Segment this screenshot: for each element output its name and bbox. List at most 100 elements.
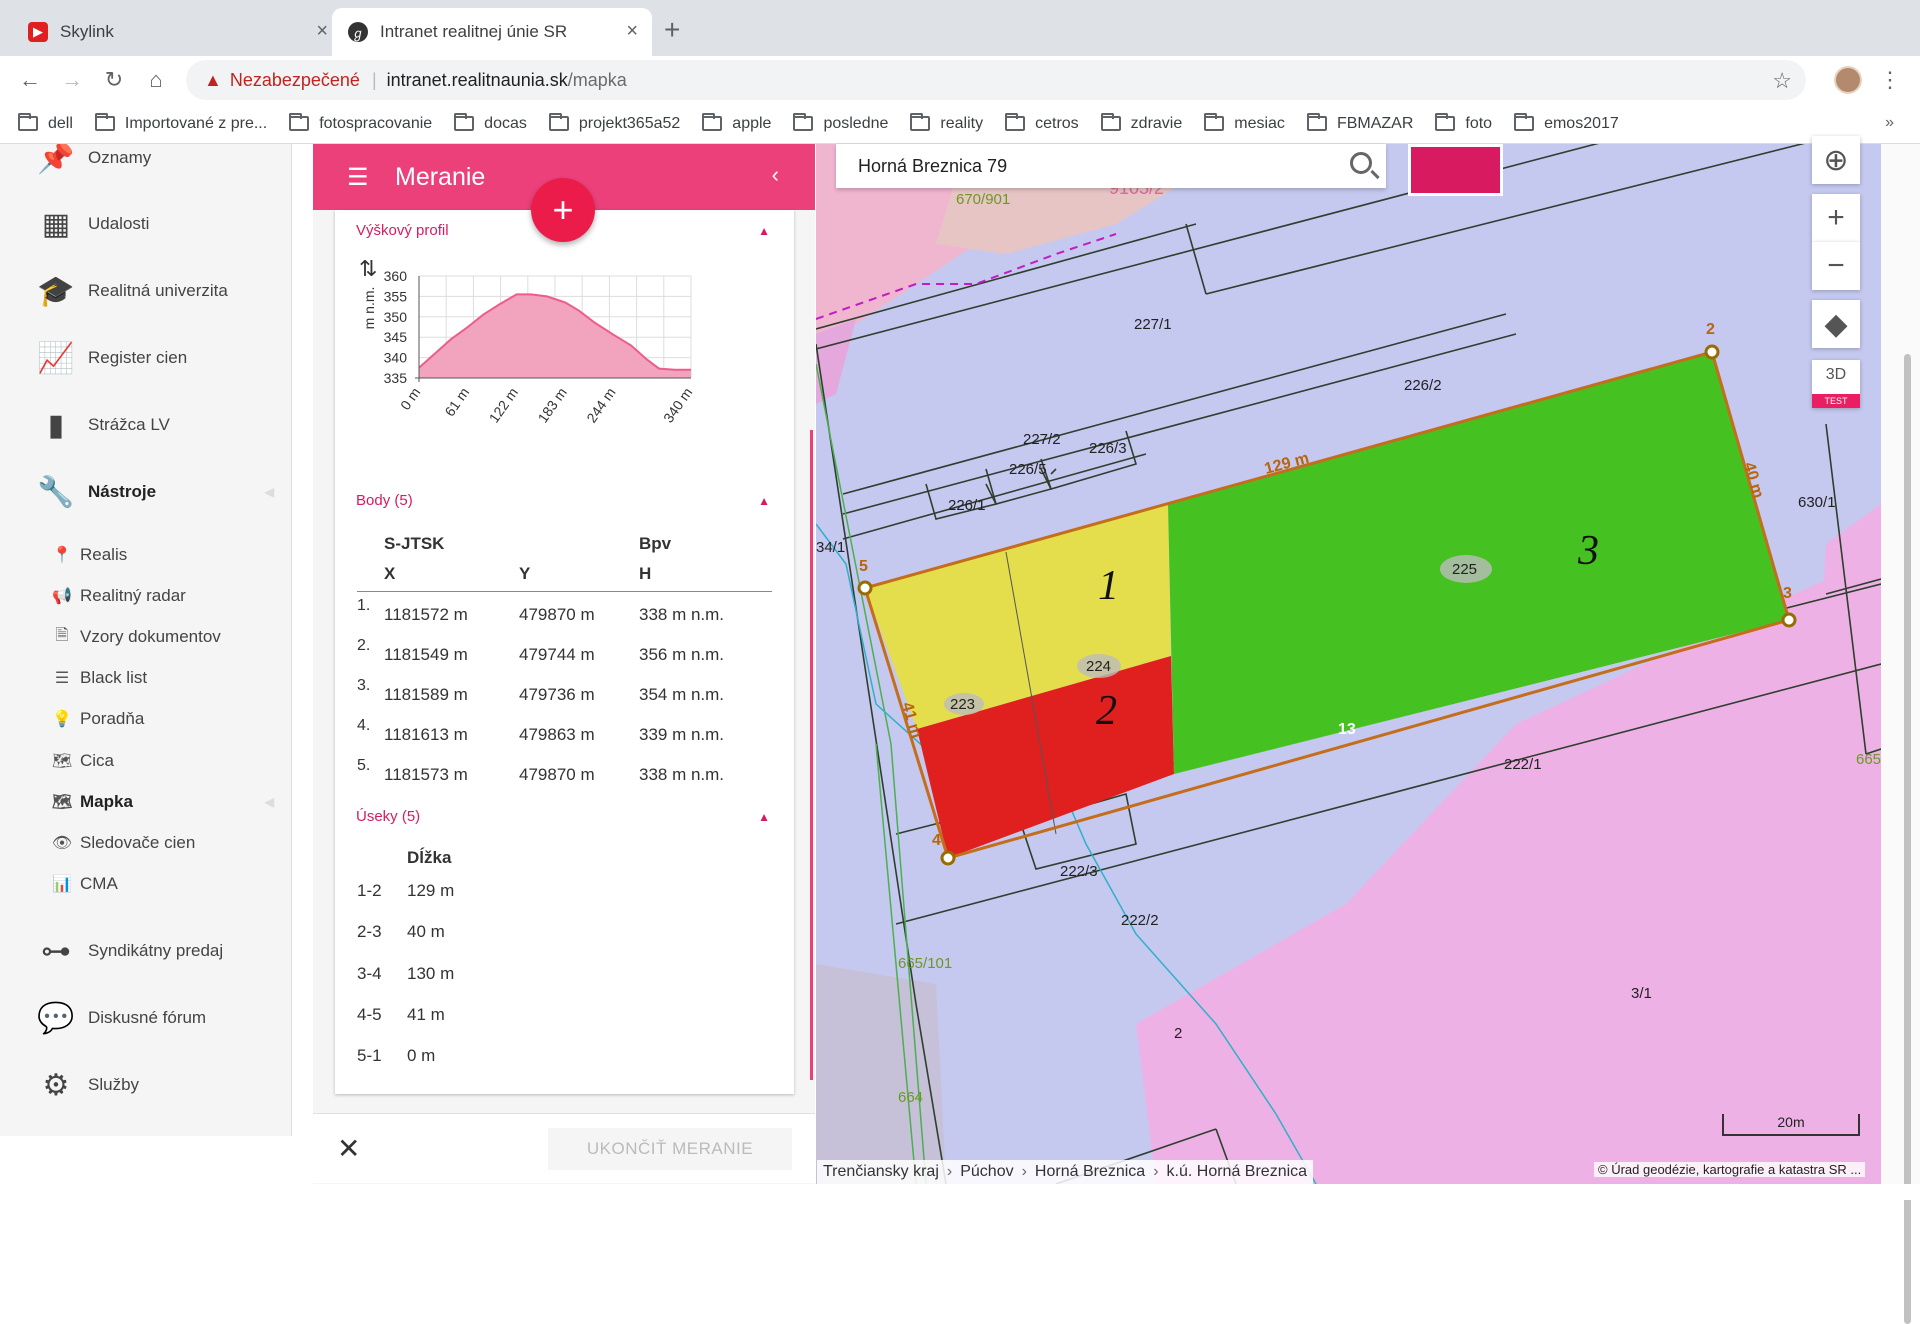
collapse-arrow-icon[interactable]: ▲ <box>758 494 770 508</box>
bookmark-folder[interactable]: cetros <box>1005 113 1079 133</box>
sidebar-item-oznamy[interactable]: 📌 Oznamy <box>0 144 291 186</box>
chart-area <box>419 294 691 378</box>
layers-icon[interactable]: ◆ <box>1812 300 1860 348</box>
bookmark-folder[interactable]: reality <box>910 113 983 133</box>
sidebar-subitem-mapka[interactable]: 🗺 Mapka ◀ <box>0 785 291 819</box>
bookmark-folder[interactable]: projekt365a52 <box>548 113 680 133</box>
address-bar[interactable]: ▲ Nezabezpečené | intranet.realitnaunia.… <box>186 60 1806 100</box>
sidebar-item-register-cien[interactable]: 📈 Register cien <box>0 330 291 386</box>
point-number: 4. <box>357 717 371 734</box>
bookmark-folder[interactable]: docas <box>454 113 527 133</box>
breadcrumb-item[interactable]: k.ú. Horná Breznica <box>1167 1163 1308 1181</box>
segment-length: 130 m <box>407 964 455 983</box>
hamburger-menu-icon[interactable]: ☰ <box>347 163 371 192</box>
bookmark-folder[interactable]: mesiac <box>1204 113 1285 133</box>
sidebar-subitem-black-list[interactable]: ☰ Black list <box>0 661 291 695</box>
vertex-handle[interactable] <box>1704 344 1720 360</box>
sidebar-item-label: Diskusné fórum <box>88 1008 207 1027</box>
chart-y-tick-label: 345 <box>384 329 408 345</box>
sidebar-subitem-radar[interactable]: 📢 Realitný radar <box>0 579 291 613</box>
sidebar-item-syndikatny[interactable]: ⊶ Syndikátny predaj <box>0 923 291 979</box>
reload-icon[interactable]: ↻ <box>98 64 130 96</box>
end-measurement-button[interactable]: UKONČIŤ MERANIE <box>548 1128 792 1170</box>
browser-menu-icon[interactable]: ⋮ <box>1874 64 1906 96</box>
bookmark-label: emos2017 <box>1544 114 1619 132</box>
sidebar-item-udalosti[interactable]: ▦ Udalosti <box>0 196 291 252</box>
breadcrumb-item[interactable]: Púchov <box>960 1163 1013 1181</box>
bookmark-folder[interactable]: dell <box>18 113 73 133</box>
elevation-profile-heading[interactable]: Výškový profil <box>356 222 449 239</box>
points-heading[interactable]: Body (5) <box>356 492 413 509</box>
tab-intranet[interactable]: ℊ Intranet realitnej únie SR × <box>332 8 652 56</box>
bookmark-folder[interactable]: emos2017 <box>1514 113 1619 133</box>
segments-heading[interactable]: Úseky (5) <box>356 808 420 825</box>
point-number: 5. <box>357 757 371 774</box>
sidebar-item-strazca-lv[interactable]: ▮ Strážca LV <box>0 397 291 453</box>
map-canvas[interactable]: 670/901 9105/2 227/1 226/2 227/2 226/3 2… <box>816 144 1881 1184</box>
bookmark-label: Importované z pre... <box>124 114 268 132</box>
new-tab-button[interactable]: + <box>664 14 680 46</box>
vertex-handle[interactable] <box>857 580 873 596</box>
zoom-in-button[interactable]: + <box>1812 194 1860 242</box>
locate-icon[interactable]: ⊕ <box>1812 136 1860 184</box>
collapse-arrow-icon[interactable]: ▲ <box>758 810 770 824</box>
map-view[interactable]: 670/901 9105/2 227/1 226/2 227/2 226/3 2… <box>816 144 1881 1184</box>
point-y: 479863 m <box>519 725 595 744</box>
bookmark-folder[interactable]: posledne <box>793 113 889 133</box>
point-y: 479870 m <box>519 765 595 784</box>
collapse-arrow-icon[interactable]: ▲ <box>758 224 770 238</box>
zone-label: 3 <box>1577 528 1599 574</box>
vertex-label: 2 <box>1706 321 1715 338</box>
sidebar-subitem-cma[interactable]: 📊 CMA <box>0 867 291 901</box>
bookmark-star-icon[interactable]: ☆ <box>1772 68 1792 94</box>
bookmark-folder[interactable]: zdravie <box>1100 113 1182 133</box>
close-tab-icon[interactable]: × <box>626 20 638 43</box>
basemap-thumbnail[interactable] <box>1408 144 1503 196</box>
bookmark-label: foto <box>1465 114 1493 132</box>
close-tab-icon[interactable]: × <box>316 20 328 43</box>
point-h: 354 m n.m. <box>639 685 725 704</box>
scrollbar-thumb[interactable] <box>1904 354 1911 1324</box>
point-x: 1181549 m <box>384 645 468 664</box>
bookmark-folder[interactable]: foto <box>1435 113 1493 133</box>
3d-toggle-button[interactable]: 3D TEST <box>1812 360 1860 408</box>
bookmark-folder[interactable]: fotospracovanie <box>289 113 432 133</box>
parcel-label: 227/2 <box>1023 431 1061 448</box>
bookmarks-overflow-button[interactable]: » <box>1885 114 1894 132</box>
home-icon[interactable]: ⌂ <box>140 64 172 96</box>
bookmark-folder[interactable]: Importované z pre... <box>94 113 268 133</box>
vertex-handle[interactable] <box>940 850 956 866</box>
parcel-label: 226/5 <box>1009 461 1047 478</box>
sidebar-subitem-sledovace[interactable]: 👁 Sledovače cien <box>0 826 291 860</box>
sidebar-subitem-vzory[interactable]: 🗎 Vzory dokumentov <box>0 620 291 654</box>
sidebar-item-forum[interactable]: 💬 Diskusné fórum <box>0 990 291 1046</box>
skylink-favicon-icon: ▶ <box>28 22 48 42</box>
profile-avatar[interactable] <box>1834 66 1862 94</box>
chevron-left-icon[interactable]: ‹ <box>772 162 779 188</box>
page-scrollbar[interactable] <box>1881 144 1920 1324</box>
search-icon[interactable] <box>1350 152 1372 174</box>
add-measurement-button[interactable]: + <box>531 178 595 242</box>
address-separator: | <box>371 69 377 90</box>
breadcrumb-item[interactable]: Trenčiansky kraj <box>823 1163 939 1181</box>
bookmark-folder[interactable]: apple <box>702 113 771 133</box>
panel-scrollbar[interactable] <box>810 430 813 1080</box>
sidebar-subitem-poradna[interactable]: 💡 Poradňa <box>0 702 291 736</box>
bookmark-folder[interactable]: FBMAZAR <box>1306 113 1413 133</box>
point-h: 338 m n.m. <box>639 605 725 624</box>
back-arrow-icon[interactable]: ← <box>14 64 46 96</box>
bookmark-label: posledne <box>823 114 889 132</box>
breadcrumb-item[interactable]: Horná Breznica <box>1035 1163 1145 1181</box>
segment-id: 5-1 <box>357 1046 382 1065</box>
map-search-input[interactable]: Horná Breznica 79 <box>836 144 1386 188</box>
vertex-handle[interactable] <box>1781 612 1797 628</box>
sidebar-item-sluzby[interactable]: ⚙ Služby <box>0 1057 291 1113</box>
sidebar-item-univerzita[interactable]: 🎓 Realitná univerzita <box>0 263 291 319</box>
sidebar-subitem-realis[interactable]: 📍 Realis <box>0 538 291 572</box>
sidebar-item-nastroje[interactable]: 🔧 Nástroje ◀ <box>0 464 291 520</box>
forward-arrow-icon[interactable]: → <box>56 64 88 96</box>
tab-skylink[interactable]: ▶ Skylink × <box>12 8 342 56</box>
sidebar-subitem-cica[interactable]: 🗺 Cica <box>0 744 291 778</box>
close-icon[interactable]: ✕ <box>337 1132 360 1165</box>
zoom-out-button[interactable]: − <box>1812 242 1860 290</box>
